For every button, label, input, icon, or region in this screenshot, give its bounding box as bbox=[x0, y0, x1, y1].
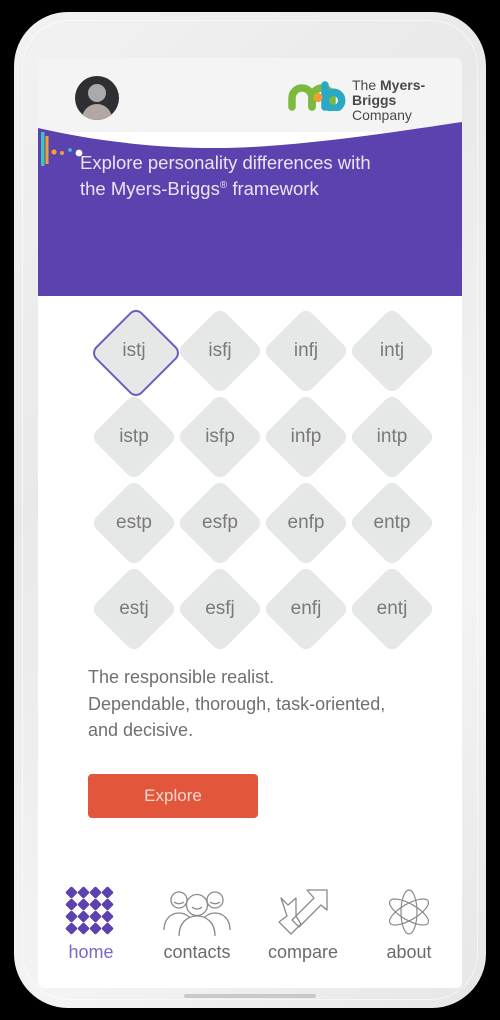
nav-label: compare bbox=[267, 942, 339, 962]
type-label: esfp bbox=[202, 512, 238, 533]
nav-item-about[interactable]: about bbox=[356, 884, 462, 963]
type-label: infj bbox=[293, 340, 319, 361]
type-label: enfp bbox=[287, 512, 325, 533]
type-label: estj bbox=[119, 598, 149, 619]
type-cell-infj[interactable]: infj bbox=[262, 307, 350, 395]
nav-item-home[interactable]: home bbox=[38, 884, 144, 963]
type-cell-infp[interactable]: infp bbox=[262, 393, 350, 481]
nav-label: home bbox=[68, 942, 114, 962]
type-label: intj bbox=[379, 340, 405, 361]
type-cell-istp[interactable]: istp bbox=[90, 393, 178, 481]
type-label: isfj bbox=[208, 340, 232, 361]
type-label: esfj bbox=[205, 598, 235, 619]
type-cell-enfj[interactable]: enfj bbox=[262, 565, 350, 653]
nav-item-contacts[interactable]: contacts bbox=[144, 884, 250, 963]
type-cell-isfp[interactable]: isfp bbox=[176, 393, 264, 481]
personality-type-grid: istj isfj infj intj istp isfp infp intp … bbox=[38, 306, 462, 676]
crossed-arrows-icon bbox=[273, 884, 333, 940]
logo-line-1: The Myers-Briggs bbox=[352, 77, 426, 109]
type-cell-esfj[interactable]: esfj bbox=[176, 565, 264, 653]
type-cell-entj[interactable]: entj bbox=[348, 565, 436, 653]
type-cell-intj[interactable]: intj bbox=[348, 307, 436, 395]
type-cell-esfp[interactable]: esfp bbox=[176, 479, 264, 567]
atom-icon bbox=[382, 884, 436, 940]
app-screen: The Myers-Briggs Company Explore persona… bbox=[38, 58, 462, 988]
type-cell-istj[interactable]: istj bbox=[89, 306, 183, 400]
type-label: enfj bbox=[290, 598, 322, 619]
type-cell-isfj[interactable]: isfj bbox=[176, 307, 264, 395]
type-label: estp bbox=[116, 512, 152, 533]
type-label: istj bbox=[122, 340, 146, 361]
logo-text: The Myers-Briggs Company bbox=[352, 77, 462, 123]
banner-wave-shape bbox=[38, 122, 462, 296]
type-label: isfp bbox=[205, 426, 235, 447]
nav-label: about bbox=[386, 942, 432, 962]
type-cell-estp[interactable]: estp bbox=[90, 479, 178, 567]
description-line-3: and decisive. bbox=[88, 720, 194, 741]
nav-label: contacts bbox=[163, 942, 231, 962]
home-indicator bbox=[184, 994, 316, 998]
people-group-icon bbox=[160, 884, 234, 940]
type-cell-enfp[interactable]: enfp bbox=[262, 479, 350, 567]
banner-heading-line-2: the Myers-Briggs® framework bbox=[80, 178, 319, 200]
type-label: entj bbox=[376, 598, 408, 619]
banner-heading: Explore personality differences with the… bbox=[80, 150, 440, 203]
description-line-2: Dependable, thorough, task-oriented, bbox=[88, 693, 386, 714]
avatar-head-shape bbox=[88, 84, 106, 102]
nav-item-compare[interactable]: compare bbox=[250, 884, 356, 963]
type-label: entp bbox=[373, 512, 411, 533]
avatar-body-shape bbox=[82, 104, 112, 120]
banner-heading-line-1: Explore personality differences with bbox=[80, 152, 371, 173]
phone-frame: The Myers-Briggs Company Explore persona… bbox=[14, 12, 486, 1008]
type-cell-intp[interactable]: intp bbox=[348, 393, 436, 481]
bottom-navigation: home contacts compare about bbox=[38, 870, 462, 988]
hero-banner: Explore personality differences with the… bbox=[38, 120, 462, 296]
explore-button[interactable]: Explore bbox=[88, 774, 258, 818]
type-label: infp bbox=[290, 426, 322, 447]
type-description: The responsible realist. Dependable, tho… bbox=[88, 664, 428, 744]
description-line-1: The responsible realist. bbox=[88, 667, 275, 687]
mb-logo-mark-icon bbox=[288, 81, 346, 111]
home-diamond-grid-icon bbox=[65, 884, 117, 940]
type-label: intp bbox=[376, 426, 408, 447]
type-cell-estj[interactable]: estj bbox=[90, 565, 178, 653]
avatar[interactable] bbox=[75, 76, 119, 120]
type-cell-entp[interactable]: entp bbox=[348, 479, 436, 567]
myers-briggs-logo: The Myers-Briggs Company bbox=[288, 75, 462, 123]
type-label: istp bbox=[119, 426, 149, 447]
